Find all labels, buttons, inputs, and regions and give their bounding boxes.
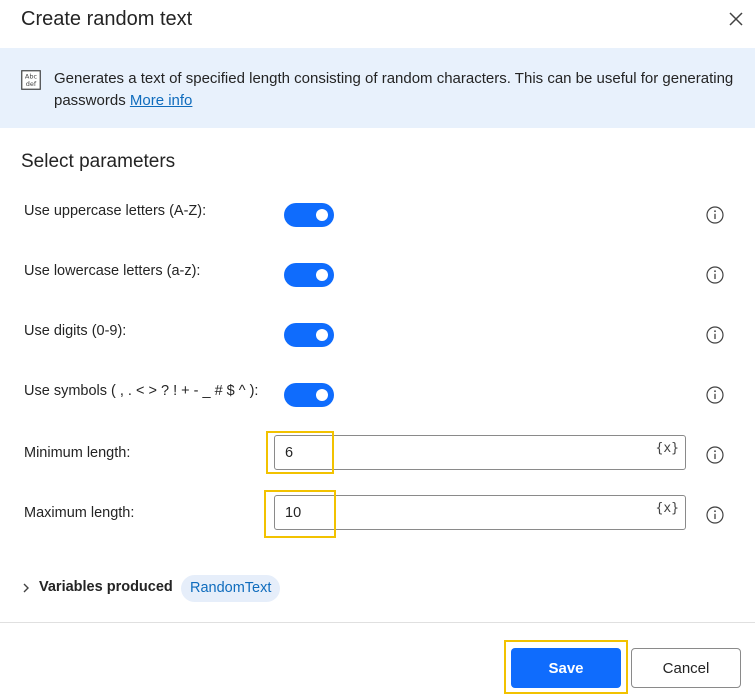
info-icon[interactable] — [706, 326, 724, 344]
info-icon[interactable] — [706, 266, 724, 284]
toggle-knob — [316, 389, 328, 401]
section-title: Select parameters — [21, 151, 176, 172]
dialog-title: Create random text — [21, 8, 193, 30]
digits-toggle[interactable] — [284, 323, 334, 347]
uppercase-label: Use uppercase letters (A-Z): — [24, 203, 207, 219]
info-icon[interactable] — [706, 386, 724, 404]
variable-chip[interactable]: RandomText — [181, 575, 281, 602]
toggle-knob — [316, 209, 328, 221]
symbols-label: Use symbols ( , . < > ? ! + - _ # $ ^ ): — [24, 383, 259, 399]
save-button[interactable]: Save — [511, 648, 621, 688]
max-length-label: Maximum length: — [24, 505, 135, 521]
dialog-header: Create random text — [0, 0, 755, 48]
max-length-input[interactable] — [285, 503, 645, 523]
chevron-right-icon[interactable] — [20, 582, 32, 594]
variable-picker-button[interactable]: {x} — [656, 501, 679, 516]
more-info-link[interactable]: More info — [130, 92, 193, 109]
min-length-label: Minimum length: — [24, 445, 131, 461]
info-icon[interactable] — [706, 446, 724, 464]
info-icon[interactable] — [706, 506, 724, 524]
toggle-knob — [316, 269, 328, 281]
uppercase-toggle[interactable] — [284, 203, 334, 227]
cancel-button[interactable]: Cancel — [631, 648, 741, 688]
banner-description: Generates a text of specified length con… — [54, 68, 744, 112]
info-icon[interactable] — [706, 206, 724, 224]
max-length-field[interactable]: {x} — [274, 495, 686, 530]
min-length-field[interactable]: {x} — [274, 435, 686, 470]
toggle-knob — [316, 329, 328, 341]
min-length-input[interactable] — [285, 443, 645, 463]
lowercase-label: Use lowercase letters (a-z): — [24, 263, 201, 279]
digits-label: Use digits (0-9): — [24, 323, 127, 339]
variables-produced-toggle[interactable]: Variables produced — [39, 579, 173, 595]
svg-text:def: def — [26, 80, 37, 88]
symbols-toggle[interactable] — [284, 383, 334, 407]
footer-divider — [0, 622, 755, 623]
variable-picker-button[interactable]: {x} — [656, 441, 679, 456]
close-icon[interactable] — [726, 9, 746, 29]
lowercase-toggle[interactable] — [284, 263, 334, 287]
text-abc-icon: Abc def — [21, 70, 41, 90]
